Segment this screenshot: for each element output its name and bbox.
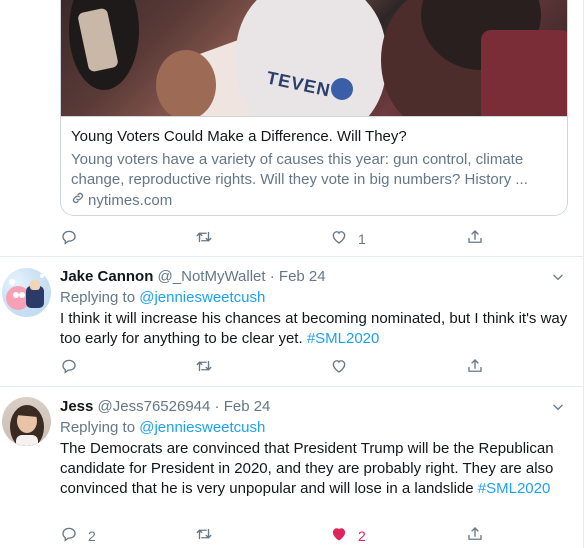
timestamp[interactable]: Feb 24	[224, 398, 271, 415]
replying-to: Replying to @jenniesweetcush	[60, 289, 266, 306]
handle[interactable]: @_NotMyWallet	[158, 268, 266, 285]
avatar[interactable]	[2, 268, 51, 317]
reply-tweet-jess[interactable]: Jess @Jess76526944 · Feb 24 Replying to …	[0, 387, 584, 548]
like-button[interactable]: 1	[330, 228, 366, 249]
reply-button[interactable]	[60, 357, 88, 378]
reply-icon	[60, 525, 78, 546]
reply-count: 2	[88, 527, 96, 544]
tweet-text: I think it will increase his chances at …	[60, 310, 568, 347]
share-button[interactable]	[466, 525, 484, 546]
display-name[interactable]: Jess	[60, 398, 93, 415]
reply-button[interactable]	[60, 228, 88, 249]
heart-icon	[330, 228, 348, 249]
card-description: Young voters have a variety of causes th…	[71, 151, 528, 188]
link-preview-card[interactable]: TEVEN Young Voters Could Make a Differen…	[60, 0, 568, 216]
handle[interactable]: @Jess76526944	[98, 398, 211, 415]
link-icon	[71, 191, 85, 211]
share-icon	[466, 357, 484, 378]
share-button[interactable]	[466, 228, 484, 249]
retweet-icon	[195, 357, 213, 378]
heart-filled-icon	[330, 525, 348, 546]
reply-icon	[60, 357, 78, 378]
share-icon	[466, 228, 484, 249]
hashtag-link[interactable]: #SML2020	[307, 330, 380, 347]
card-title: Young Voters Could Make a Difference. Wi…	[71, 128, 407, 145]
chevron-down-icon[interactable]	[551, 270, 565, 284]
heart-icon	[330, 357, 348, 378]
retweet-icon	[195, 228, 213, 249]
share-button[interactable]	[466, 357, 484, 378]
mention-link[interactable]: @jenniesweetcush	[139, 419, 265, 436]
like-button[interactable]	[330, 357, 358, 378]
retweet-button[interactable]	[195, 357, 223, 378]
like-count: 2	[358, 527, 366, 544]
reply-button[interactable]: 2	[60, 525, 96, 546]
tweet-header: Jake Cannon @_NotMyWallet · Feb 24	[60, 268, 326, 285]
timeline-column: TEVEN Young Voters Could Make a Differen…	[0, 0, 584, 548]
card-body: Young Voters Could Make a Difference. Wi…	[61, 116, 567, 215]
share-icon	[466, 525, 484, 546]
card-domain-row: nytimes.com	[71, 191, 557, 211]
hashtag-link[interactable]: #SML2020	[478, 480, 551, 497]
reply-tweet-jake[interactable]: Jake Cannon @_NotMyWallet · Feb 24 Reply…	[0, 257, 584, 387]
reply-icon	[60, 228, 78, 249]
chevron-down-icon[interactable]	[551, 400, 565, 414]
retweet-icon	[195, 525, 213, 546]
tweet-text: The Democrats are convinced that Preside…	[60, 440, 554, 497]
tweet-header: Jess @Jess76526944 · Feb 24	[60, 398, 271, 415]
avatar[interactable]	[2, 397, 51, 446]
replying-to: Replying to @jenniesweetcush	[60, 419, 266, 436]
article-image: TEVEN	[61, 0, 567, 116]
like-count: 1	[358, 230, 366, 247]
mention-link[interactable]: @jenniesweetcush	[139, 289, 265, 306]
like-button[interactable]: 2	[330, 525, 366, 546]
timestamp[interactable]: Feb 24	[279, 268, 326, 285]
card-domain: nytimes.com	[88, 192, 173, 209]
display-name[interactable]: Jake Cannon	[60, 268, 153, 285]
retweet-button[interactable]	[195, 525, 223, 546]
retweet-button[interactable]	[195, 228, 223, 249]
